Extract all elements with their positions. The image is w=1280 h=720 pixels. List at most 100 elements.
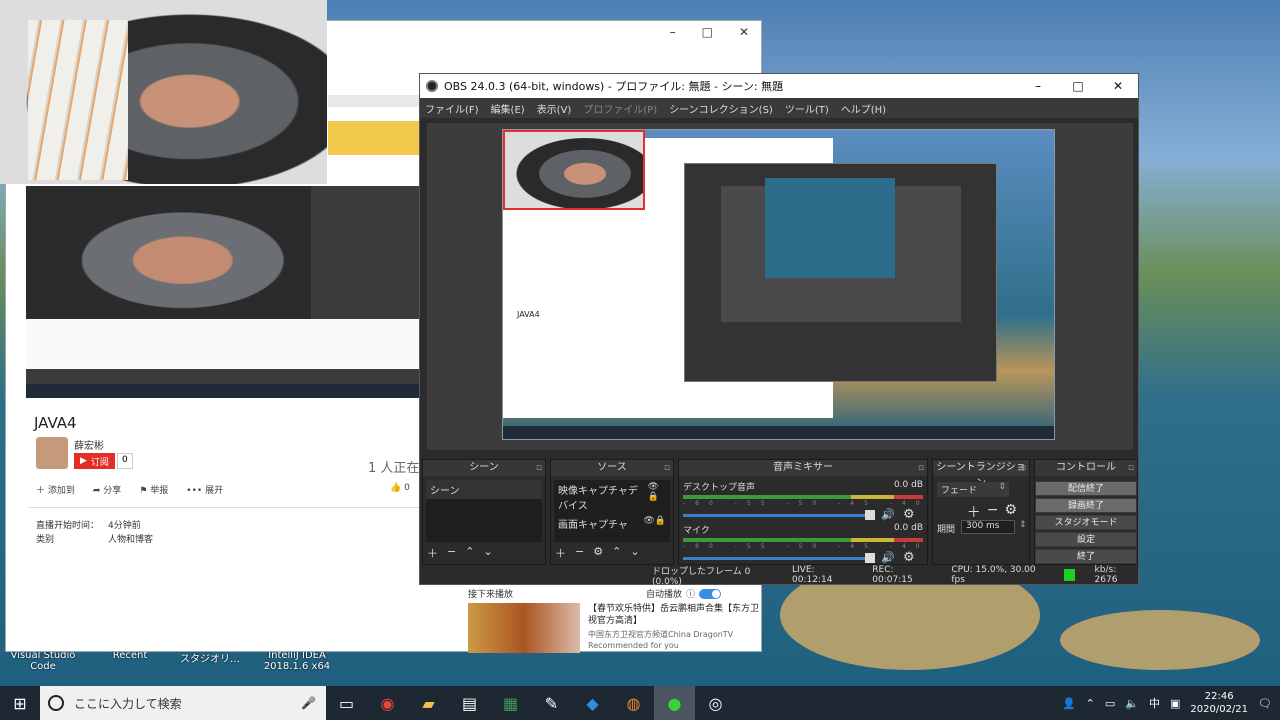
fader-track[interactable] xyxy=(683,557,871,560)
move-down-icon[interactable]: ⌄ xyxy=(483,545,492,561)
obs-statusbar: ドロップしたフレーム 0 (0.0%) LIVE: 00:12:14 REC: … xyxy=(420,565,1138,587)
menu-view[interactable]: 表示(V) xyxy=(537,101,572,116)
eye-lock-icon[interactable]: 👁🔒 xyxy=(643,516,666,531)
add-scene-button[interactable]: ＋ xyxy=(427,545,438,561)
info-value-category: 人物和博客 xyxy=(108,535,154,545)
gear-icon[interactable]: ⚙ xyxy=(903,507,915,522)
obs-maximize-button[interactable]: □ xyxy=(1058,79,1098,93)
preview-canvas[interactable]: JAVA4 xyxy=(502,129,1055,440)
gear-icon[interactable]: ⚙ xyxy=(903,550,915,565)
excel-icon[interactable]: ▦ xyxy=(490,686,531,720)
volume-icon[interactable]: 🔈 xyxy=(1125,697,1139,710)
remove-scene-button[interactable]: − xyxy=(447,545,456,561)
obs-minimize-button[interactable]: – xyxy=(1018,79,1058,93)
people-icon[interactable]: 👤 xyxy=(1062,697,1076,710)
preview-selected-source[interactable] xyxy=(503,130,645,210)
share-button[interactable]: ➦ 分享 xyxy=(93,483,121,496)
desktop-icon-label-vscode[interactable]: Visual Studio Code xyxy=(8,650,78,672)
obs-close-button[interactable]: ✕ xyxy=(1098,79,1138,93)
notification-icon[interactable]: 🗨 xyxy=(1258,697,1272,710)
firefox-icon[interactable]: ◍ xyxy=(613,686,654,720)
notepad-icon[interactable]: ▤ xyxy=(449,686,490,720)
like-button[interactable]: 👍 0 xyxy=(390,483,410,493)
stop-streaming-button[interactable]: 配信終了 xyxy=(1035,481,1137,496)
video-player[interactable] xyxy=(26,186,419,398)
move-up-icon[interactable]: ⌃ xyxy=(465,545,474,561)
add-to-button[interactable]: ＋ 添加到 xyxy=(36,483,75,496)
chevron-up-icon[interactable]: ⌃ xyxy=(1086,697,1095,710)
recommendation-title[interactable]: 【春节欢乐特供】岳云鹏相声合集【东方卫视官方高清】 xyxy=(588,603,760,627)
speaker-icon[interactable]: 🔊 xyxy=(881,508,895,521)
stop-recording-button[interactable]: 録画終了 xyxy=(1035,498,1137,513)
autoplay-toggle[interactable] xyxy=(699,588,722,599)
menu-edit[interactable]: 編集(E) xyxy=(491,101,525,116)
speaker-icon[interactable]: 🔊 xyxy=(881,551,895,564)
wechat-icon[interactable]: ● xyxy=(654,686,695,720)
eye-lock-icon[interactable]: 👁🔒 xyxy=(648,482,666,512)
tray-app-icon[interactable]: ▣ xyxy=(1170,697,1180,710)
scenes-list[interactable]: シーン xyxy=(426,480,542,542)
gear-icon[interactable]: ⚙ xyxy=(1004,502,1017,522)
volume-fader[interactable]: 🔊 ⚙ xyxy=(683,550,923,565)
fader-knob[interactable] xyxy=(865,510,875,520)
remove-source-button[interactable]: − xyxy=(575,545,584,561)
paint-icon[interactable]: ✎ xyxy=(531,686,572,720)
file-explorer-icon[interactable]: ▰ xyxy=(408,686,449,720)
info-value-start: 4分钟前 xyxy=(108,521,141,531)
viewer-count: 1 人正在 xyxy=(368,461,420,476)
browser-maximize-button[interactable]: □ xyxy=(702,25,713,39)
exit-button[interactable]: 終了 xyxy=(1035,549,1137,564)
settings-button[interactable]: 設定 xyxy=(1035,532,1137,547)
source-item[interactable]: 画面キャプチャ 👁🔒 xyxy=(554,514,670,533)
source-item[interactable]: 映像キャプチャデバイス 👁🔒 xyxy=(554,480,670,514)
duration-input[interactable]: 300 ms xyxy=(961,520,1015,534)
browser-close-button[interactable]: ✕ xyxy=(739,25,749,39)
menu-file[interactable]: ファイル(F) xyxy=(425,101,479,116)
browser-minimize-button[interactable]: – xyxy=(670,25,676,39)
preview-nested-obs xyxy=(684,163,997,382)
clock[interactable]: 22:46 2020/02/21 xyxy=(1190,690,1248,716)
menu-help[interactable]: ヘルプ(H) xyxy=(841,101,886,116)
recommendation-thumbnail[interactable] xyxy=(468,603,580,653)
taskbar-search[interactable]: ここに入力して検索 🎤 xyxy=(40,686,326,720)
fader-knob[interactable] xyxy=(865,553,875,563)
transition-select[interactable]: フェード xyxy=(937,482,1009,497)
add-transition-button[interactable]: ＋ xyxy=(967,502,981,522)
duration-spinner-icon[interactable]: ⇕ xyxy=(1019,520,1027,530)
volume-meter xyxy=(683,538,923,542)
search-placeholder: ここに入力して検索 xyxy=(74,696,182,711)
ime-indicator[interactable]: 中 xyxy=(1149,695,1160,711)
vscode-icon[interactable]: ◆ xyxy=(572,686,613,720)
obs-icon[interactable]: ◎ xyxy=(695,686,736,720)
remove-transition-button[interactable]: − xyxy=(987,502,999,522)
preview-recommendation xyxy=(703,385,833,415)
expand-button[interactable]: ••• 展开 xyxy=(186,483,223,496)
microphone-icon[interactable]: 🎤 xyxy=(301,696,316,710)
task-view-icon[interactable]: ▭ xyxy=(326,686,367,720)
menu-tools[interactable]: ツール(T) xyxy=(785,101,829,116)
move-up-icon[interactable]: ⌃ xyxy=(612,545,621,561)
studio-mode-button[interactable]: スタジオモード xyxy=(1035,515,1137,530)
gear-icon[interactable]: ⚙ xyxy=(593,545,603,561)
cortana-icon[interactable] xyxy=(48,695,64,711)
controls-title: コントロール xyxy=(1035,460,1137,476)
sources-list[interactable]: 映像キャプチャデバイス 👁🔒 画面キャプチャ 👁🔒 xyxy=(554,480,670,542)
autoplay: 自动播放 ⓘ xyxy=(646,587,722,600)
fader-track[interactable] xyxy=(683,514,871,517)
subscribe-button[interactable]: ▶ 订阅 xyxy=(74,453,115,469)
add-source-button[interactable]: ＋ xyxy=(555,545,566,561)
report-button[interactable]: ⚑ 举报 xyxy=(139,483,168,496)
play-icon: ▶ xyxy=(80,456,87,466)
desktop-icon-label-studio[interactable]: スタジオリ… xyxy=(180,650,240,665)
chrome-icon[interactable]: ◉ xyxy=(367,686,408,720)
desktop-icon-label-intellij[interactable]: IntelliJ IDEA 2018.1.6 x64 xyxy=(262,650,332,672)
move-down-icon[interactable]: ⌄ xyxy=(630,545,639,561)
network-icon[interactable]: ▭ xyxy=(1105,697,1115,710)
channel-name[interactable]: 薛宏彬 xyxy=(74,437,104,452)
volume-fader[interactable]: 🔊 ⚙ xyxy=(683,507,923,522)
menu-scene-collection[interactable]: シーンコレクション(S) xyxy=(669,101,773,116)
scene-item[interactable]: シーン xyxy=(426,480,542,499)
preview-taskbar xyxy=(503,426,1054,439)
windows-start-icon[interactable]: ⊞ xyxy=(0,694,40,713)
avatar[interactable] xyxy=(36,437,68,469)
